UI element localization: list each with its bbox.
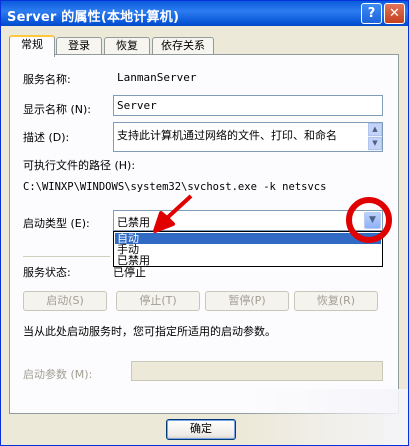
title-bar[interactable]: Server 的属性(本地计算机) ? ✕ <box>1 1 408 26</box>
service-status-value: 已停止 <box>113 266 146 279</box>
scroll-up-icon[interactable]: ▲ <box>368 123 382 136</box>
scroll-down-icon[interactable]: ▼ <box>368 137 382 150</box>
start-button[interactable]: 启动(S) <box>23 291 107 311</box>
tab-general[interactable]: 常规 <box>9 35 55 57</box>
tab-recovery[interactable]: 恢复 <box>104 37 150 55</box>
red-arrow-annotation <box>153 194 193 233</box>
resume-button[interactable]: 恢复(R) <box>294 291 378 311</box>
red-circle-annotation <box>346 197 392 243</box>
service-name-value: LanmanServer <box>117 71 197 84</box>
pause-button[interactable]: 暂停(P) <box>205 291 289 311</box>
display-name-value: Server <box>117 99 157 112</box>
description-label: 描述 (D): <box>23 131 70 144</box>
service-properties-window: Server 的属性(本地计算机) ? ✕ 常规 登录 恢复 依存关系 服务名称… <box>0 0 409 446</box>
start-params-label: 启动参数 (M): <box>23 368 93 381</box>
display-name-label: 显示名称 (N): <box>23 103 92 116</box>
tab-dependencies[interactable]: 依存关系 <box>152 37 214 55</box>
description-scrollbar[interactable]: ▲ ▼ <box>368 123 382 151</box>
startup-option-disabled[interactable]: 已禁用 <box>115 255 381 266</box>
general-tab-panel: 服务名称: LanmanServer 显示名称 (N): Server 描述 (… <box>9 54 399 414</box>
service-status-label: 服务状态: <box>23 266 71 279</box>
help-button[interactable]: ? <box>361 3 382 24</box>
start-params-hint: 当从此处启动服务时，您可指定所适用的启动参数。 <box>23 325 276 338</box>
startup-type-value: 已禁用 <box>117 216 150 229</box>
tab-logon[interactable]: 登录 <box>56 37 102 55</box>
description-value: 支持此计算机通过网络的文件、打印、和命名 <box>117 129 337 142</box>
exe-path-label: 可执行文件的路径 (H): <box>23 159 136 172</box>
watermark-blur <box>241 389 408 445</box>
window-title: Server 的属性(本地计算机) <box>7 10 180 25</box>
display-name-field[interactable]: Server <box>113 95 383 116</box>
separator <box>23 256 110 257</box>
description-field[interactable]: 支持此计算机通过网络的文件、打印、和命名 ▲ ▼ <box>113 122 383 152</box>
startup-option-manual[interactable]: 手动 <box>115 244 381 255</box>
stop-button[interactable]: 停止(T) <box>116 291 200 311</box>
ok-button[interactable]: 确定 <box>166 419 236 440</box>
service-name-label: 服务名称: <box>23 73 71 86</box>
close-button[interactable]: ✕ <box>384 3 405 24</box>
startup-type-label: 启动类型 (E): <box>23 217 90 230</box>
start-params-field[interactable] <box>131 361 383 381</box>
